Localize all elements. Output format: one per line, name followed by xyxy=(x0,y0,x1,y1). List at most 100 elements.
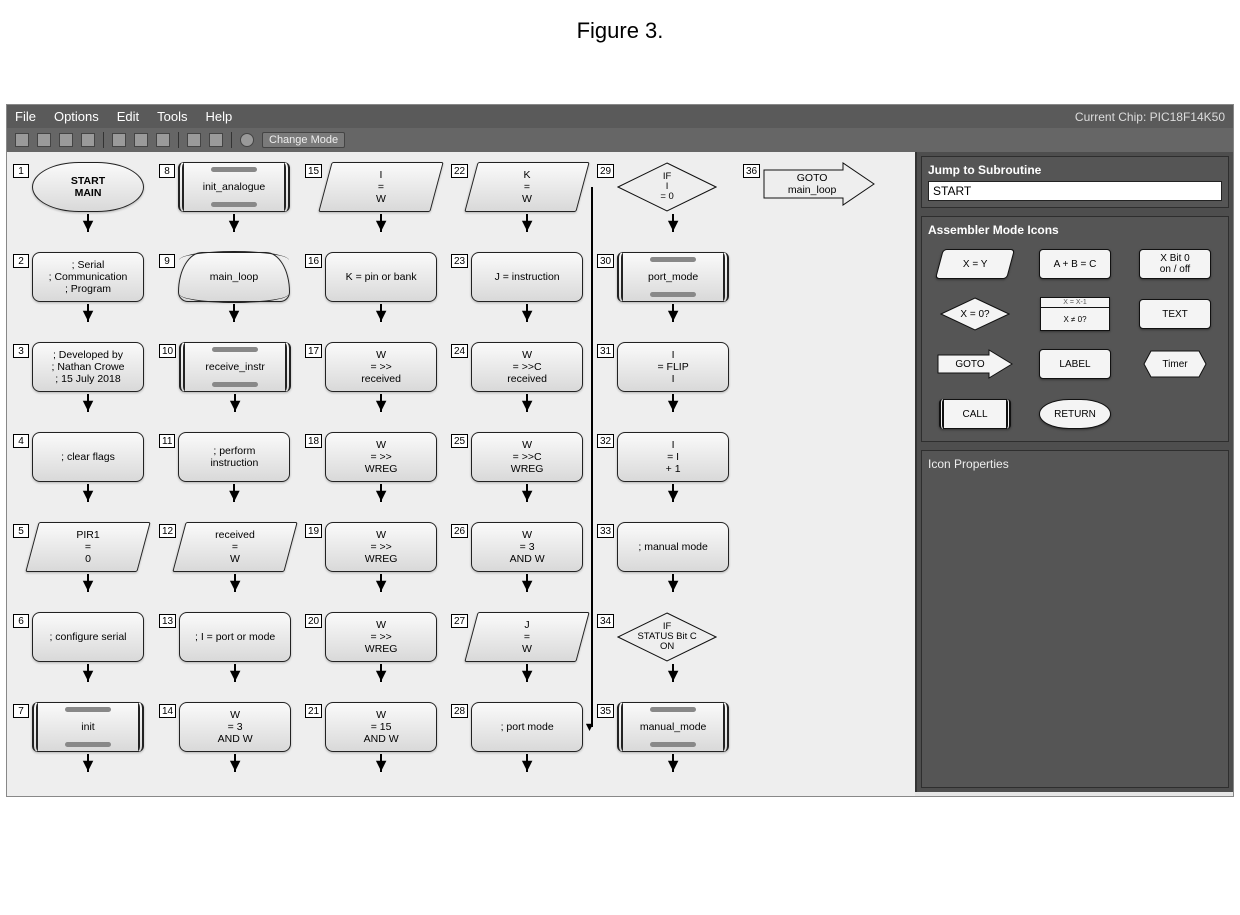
flow-node-8[interactable]: init_analogue xyxy=(178,162,290,212)
step-number: 36 xyxy=(743,164,760,178)
menu-tools[interactable]: Tools xyxy=(157,109,187,124)
jump-to-subroutine-title: Jump to Subroutine xyxy=(928,163,1222,177)
tool-icon-1[interactable] xyxy=(15,133,29,147)
palette-item-4[interactable]: X = X-1X ≠ 0? xyxy=(1028,293,1122,335)
step-number: 18 xyxy=(305,434,322,448)
down-arrow-icon: ▼ xyxy=(372,310,390,320)
palette-item-6[interactable]: GOTO xyxy=(928,343,1022,385)
down-arrow-icon: ▼ xyxy=(79,220,97,230)
tool-icon-3[interactable] xyxy=(59,133,73,147)
flow-node-14[interactable]: W = 3 AND W xyxy=(179,702,291,752)
icon-properties-title: Icon Properties xyxy=(928,457,1222,471)
step-number: 23 xyxy=(451,254,468,268)
down-arrow-icon: ▼ xyxy=(372,580,390,590)
jump-to-subroutine-panel: Jump to Subroutine xyxy=(921,156,1229,208)
tool-icon-7[interactable] xyxy=(156,133,170,147)
flow-node-2[interactable]: ; Serial ; Communication ; Program xyxy=(32,252,144,302)
flow-node-32[interactable]: I = I + 1 xyxy=(617,432,729,482)
down-arrow-icon: ▼ xyxy=(518,670,536,680)
palette-item-7[interactable]: LABEL xyxy=(1028,343,1122,385)
tool-icon-refresh[interactable] xyxy=(240,133,254,147)
flow-node-26[interactable]: W = 3 AND W xyxy=(471,522,583,572)
flow-node-19[interactable]: W = >> WREG xyxy=(325,522,437,572)
flow-node-27[interactable]: J=W xyxy=(464,612,589,662)
palette-item-0[interactable]: X = Y xyxy=(928,243,1022,285)
flow-node-4[interactable]: ; clear flags xyxy=(32,432,144,482)
flow-node-35[interactable]: manual_mode xyxy=(617,702,729,752)
flow-node-20[interactable]: W = >> WREG xyxy=(325,612,437,662)
step-number: 35 xyxy=(597,704,614,718)
palette-item-2[interactable]: X Bit 0 on / off xyxy=(1128,243,1222,285)
flow-node-3[interactable]: ; Developed by ; Nathan Crowe ; 15 July … xyxy=(32,342,144,392)
flow-node-28[interactable]: ; port mode xyxy=(471,702,583,752)
menu-help[interactable]: Help xyxy=(206,109,233,124)
flow-node-29[interactable]: IF I = 0 xyxy=(617,162,717,212)
flow-node-31[interactable]: I = FLIP I xyxy=(617,342,729,392)
menu-file[interactable]: File xyxy=(15,109,36,124)
down-arrow-icon: ▼ xyxy=(225,310,243,320)
flow-node-23[interactable]: J = instruction xyxy=(471,252,583,302)
down-arrow-icon: ▼ xyxy=(372,220,390,230)
flow-node-12[interactable]: received=W xyxy=(172,522,297,572)
icon-properties-panel: Icon Properties xyxy=(921,450,1229,788)
down-arrow-icon: ▼ xyxy=(518,760,536,770)
down-arrow-icon: ▼ xyxy=(226,400,244,410)
flow-node-34[interactable]: IF STATUS Bit C ON xyxy=(617,612,717,662)
down-arrow-icon: ▼ xyxy=(372,760,390,770)
flow-node-11[interactable]: ; perform instruction xyxy=(178,432,290,482)
down-arrow-icon: ▼ xyxy=(518,580,536,590)
flow-node-7[interactable]: init xyxy=(32,702,144,752)
assembler-icons-title: Assembler Mode Icons xyxy=(928,223,1222,237)
menu-options[interactable]: Options xyxy=(54,109,99,124)
menu-edit[interactable]: Edit xyxy=(117,109,139,124)
down-arrow-icon: ▼ xyxy=(79,490,97,500)
flow-node-22[interactable]: K=W xyxy=(464,162,589,212)
down-arrow-icon: ▼ xyxy=(518,310,536,320)
tool-icon-4[interactable] xyxy=(81,133,95,147)
flow-node-1[interactable]: START MAIN xyxy=(32,162,144,212)
tool-icon-2[interactable] xyxy=(37,133,51,147)
flow-node-17[interactable]: W = >> received xyxy=(325,342,437,392)
change-mode-button[interactable]: Change Mode xyxy=(262,132,345,148)
tool-icon-9[interactable] xyxy=(209,133,223,147)
flow-node-25[interactable]: W = >>C WREG xyxy=(471,432,583,482)
step-number: 11 xyxy=(159,434,175,448)
tool-icon-6[interactable] xyxy=(134,133,148,147)
flow-node-5[interactable]: PIR1=0 xyxy=(25,522,150,572)
palette-item-10[interactable]: RETURN xyxy=(1028,393,1122,435)
flow-node-36[interactable]: GOTO main_loop xyxy=(763,162,875,206)
flow-node-33[interactable]: ; manual mode xyxy=(617,522,729,572)
step-number: 22 xyxy=(451,164,468,178)
current-chip-label: Current Chip: PIC18F14K50 xyxy=(1075,110,1225,124)
step-number: 27 xyxy=(451,614,468,628)
down-arrow-icon: ▼ xyxy=(372,400,390,410)
down-arrow-icon: ▼ xyxy=(518,220,536,230)
flow-node-13[interactable]: ; I = port or mode xyxy=(179,612,291,662)
jump-to-subroutine-select[interactable] xyxy=(928,181,1222,201)
flow-node-18[interactable]: W = >> WREG xyxy=(325,432,437,482)
flow-node-10[interactable]: receive_instr xyxy=(179,342,291,392)
menubar: File Options Edit Tools Help Current Chi… xyxy=(7,105,1233,128)
step-number: 4 xyxy=(13,434,29,448)
tool-icon-8[interactable] xyxy=(187,133,201,147)
flow-node-9[interactable]: main_loop xyxy=(178,252,290,302)
flow-node-21[interactable]: W = 15 AND W xyxy=(325,702,437,752)
side-panel: Jump to Subroutine Assembler Mode Icons … xyxy=(915,152,1233,792)
flow-node-16[interactable]: K = pin or bank xyxy=(325,252,437,302)
figure-title: Figure 3. xyxy=(0,0,1240,104)
flow-node-24[interactable]: W = >>C received xyxy=(471,342,583,392)
palette-item-5[interactable]: TEXT xyxy=(1128,293,1222,335)
flowchart-canvas[interactable]: 1START MAIN▼8init_analogue▼15I=W▼22K=W▼2… xyxy=(7,152,915,796)
down-arrow-icon: ▼ xyxy=(226,580,244,590)
down-arrow-icon: ▼ xyxy=(664,490,682,500)
flow-node-30[interactable]: port_mode xyxy=(617,252,729,302)
palette-item-9[interactable]: CALL xyxy=(928,393,1022,435)
flow-node-15[interactable]: I=W xyxy=(318,162,443,212)
palette-item-8[interactable]: Timer xyxy=(1128,343,1222,385)
palette-item-1[interactable]: A + B = C xyxy=(1028,243,1122,285)
flow-node-6[interactable]: ; configure serial xyxy=(32,612,144,662)
tool-icon-5[interactable] xyxy=(112,133,126,147)
down-arrow-icon: ▼ xyxy=(79,580,97,590)
palette-item-3[interactable]: X = 0? xyxy=(928,293,1022,335)
down-arrow-icon: ▼ xyxy=(79,310,97,320)
